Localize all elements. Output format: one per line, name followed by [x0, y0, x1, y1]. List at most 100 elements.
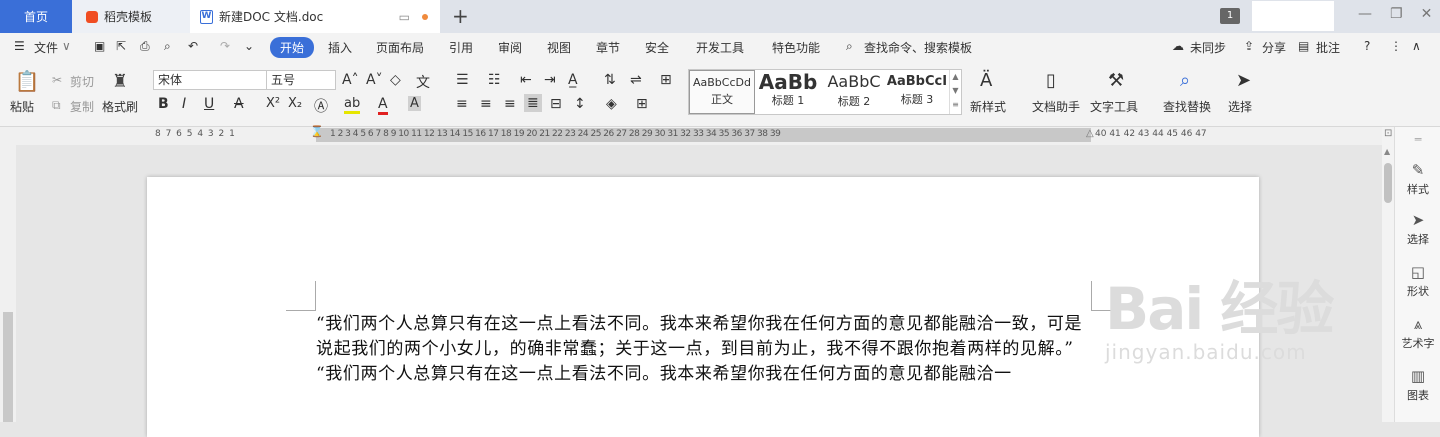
find-replace-button[interactable]: 查找替换 [1163, 98, 1211, 115]
menu-developer[interactable]: 开发工具 [696, 39, 744, 56]
strikethrough-icon[interactable]: A [234, 96, 244, 112]
align-center-icon[interactable]: ≡ [480, 96, 492, 112]
scroll-options-icon[interactable]: ⊡ [1384, 128, 1392, 139]
doc-helper-icon[interactable]: ▯ [1046, 70, 1056, 91]
styles-scroll-icon[interactable]: ▲ ▼ ≡ [949, 70, 961, 114]
font-name-select[interactable]: 宋体 [153, 70, 267, 90]
numbering-icon[interactable]: ☷ [488, 72, 501, 88]
menu-special[interactable]: 特色功能 [772, 39, 820, 56]
phonetic-icon[interactable]: 文 [416, 72, 430, 92]
text-tools-button[interactable]: 文字工具 [1090, 98, 1138, 115]
increase-indent-icon[interactable]: ⇥ [544, 72, 556, 88]
right-indent-icon[interactable]: △ [1086, 128, 1094, 139]
format-painter-button[interactable]: 格式刷 [102, 98, 138, 115]
line-spacing-icon[interactable]: ↕ [574, 96, 586, 112]
scroll-up-icon[interactable]: ▲ [1384, 147, 1390, 156]
menu-page-layout[interactable]: 页面布局 [376, 39, 424, 56]
comment-button[interactable]: 批注 [1316, 39, 1340, 56]
underline-icon[interactable]: U [204, 96, 214, 112]
new-style-icon[interactable]: Ä [980, 70, 992, 91]
chinese-layout-icon[interactable]: A̲ [568, 72, 578, 88]
grow-font-icon[interactable]: A˄ [342, 72, 359, 88]
customize-icon[interactable]: ⌄ [244, 39, 254, 53]
print-icon[interactable]: ⎙ [140, 39, 150, 54]
italic-icon[interactable]: I [182, 96, 186, 112]
menu-section[interactable]: 章节 [596, 39, 620, 56]
bold-icon[interactable]: B [158, 96, 169, 112]
restore-icon[interactable]: ❐ [1390, 6, 1403, 22]
panel-chart[interactable]: ▥ 图表 [1395, 367, 1440, 403]
hamburger-icon[interactable]: ☰ [14, 39, 25, 53]
help-icon[interactable]: ? [1364, 39, 1370, 53]
shrink-font-icon[interactable]: A˅ [366, 72, 383, 88]
superscript-icon[interactable]: X² [266, 96, 280, 111]
subscript-icon[interactable]: X₂ [288, 96, 302, 111]
style-heading-1[interactable]: AaBb 标题 1 [755, 70, 821, 114]
format-painter-icon[interactable]: ♜ [108, 68, 132, 94]
copy-button[interactable]: 复制 [70, 98, 94, 115]
text-effect-icon[interactable]: Ⓐ [314, 96, 328, 116]
redo-icon[interactable]: ↷ [220, 39, 230, 53]
paragraph[interactable]: “我们两个人总算只有在这一点上看法不同。我本来希望你我在任何方面的意见都能融洽一… [316, 312, 1092, 362]
scrollbar-thumb[interactable] [1384, 163, 1392, 203]
comment-icon[interactable]: ▤ [1298, 39, 1309, 53]
undo-icon[interactable]: ↶ [188, 39, 198, 53]
sort-icon[interactable]: ⇅ [604, 72, 616, 88]
chevron-down-icon[interactable]: ∨ [62, 39, 71, 53]
decrease-indent-icon[interactable]: ⇤ [520, 72, 532, 88]
export-icon[interactable]: ⇱ [116, 39, 126, 53]
char-shading-icon[interactable]: A [408, 96, 421, 111]
style-heading-2[interactable]: AaBbC 标题 2 [821, 70, 887, 114]
scissors-icon[interactable]: ✂ [52, 73, 62, 87]
bullets-icon[interactable]: ☰ [456, 72, 469, 88]
more-icon[interactable]: ⋮ [1390, 39, 1402, 53]
account-area[interactable] [1252, 1, 1334, 31]
wrench-icon[interactable]: ⚒ [1108, 70, 1124, 91]
paragraph[interactable]: “我们两个人总算只有在这一点上看法不同。我本来希望你我在任何方面的意见都能融洽一 [316, 362, 1092, 387]
document-body[interactable]: “我们两个人总算只有在这一点上看法不同。我本来希望你我在任何方面的意见都能融洽一… [316, 312, 1092, 387]
paste-icon[interactable]: 📋 [14, 68, 40, 94]
minimize-icon[interactable]: — [1358, 6, 1372, 22]
justify-icon[interactable]: ≣ [524, 94, 542, 112]
select-cursor-icon[interactable]: ➤ [1236, 70, 1251, 91]
tab-home[interactable]: 首页 [0, 0, 72, 33]
print-preview-icon[interactable]: ⌕ [164, 39, 171, 54]
collapse-ribbon-icon[interactable]: ∧ [1412, 39, 1421, 53]
paste-button[interactable]: 粘贴 [10, 98, 34, 115]
share-button[interactable]: 分享 [1262, 39, 1286, 56]
find-replace-icon[interactable]: ⌕ [1180, 70, 1190, 91]
doc-helper-button[interactable]: 文档助手 [1032, 98, 1080, 115]
new-tab-button[interactable]: + [452, 4, 469, 28]
font-color-icon[interactable]: A [378, 96, 388, 115]
new-style-button[interactable]: 新样式 [970, 98, 1006, 115]
indent-marker-icon[interactable]: ⌛ [310, 125, 324, 138]
menu-insert[interactable]: 插入 [328, 39, 352, 56]
show-marks-icon[interactable]: ⇌ [630, 72, 642, 88]
panel-shape[interactable]: ◱ 形状 [1395, 263, 1440, 299]
tab-document[interactable]: W 新建DOC 文档.doc ▭ [190, 0, 440, 33]
font-size-select[interactable]: 五号 [266, 70, 336, 90]
save-icon[interactable]: ▣ [94, 39, 105, 53]
menu-file[interactable]: 文件 [34, 39, 58, 56]
panel-select[interactable]: ➤ 选择 [1395, 211, 1440, 247]
panel-style[interactable]: ✎ 样式 [1395, 161, 1440, 197]
cloud-sync-icon[interactable]: ☁ [1172, 39, 1184, 53]
panel-menu-icon[interactable]: ═ [1395, 133, 1440, 146]
copy-icon[interactable]: ⧉ [52, 98, 61, 113]
table-icon[interactable]: ⊞ [660, 72, 672, 88]
screen-icon[interactable]: ▭ [399, 10, 410, 24]
share-icon[interactable]: ⇪ [1244, 39, 1254, 53]
highlight-icon[interactable]: ab [344, 96, 361, 114]
menu-references[interactable]: 引用 [449, 39, 473, 56]
menu-view[interactable]: 视图 [547, 39, 571, 56]
search-commands[interactable]: 查找命令、搜索模板 [864, 39, 972, 56]
shading-icon[interactable]: ◈ [606, 96, 617, 112]
select-button[interactable]: 选择 [1228, 98, 1252, 115]
sync-status[interactable]: 未同步 [1190, 39, 1226, 56]
menu-security[interactable]: 安全 [645, 39, 669, 56]
search-icon[interactable]: ⌕ [846, 39, 853, 54]
menu-start[interactable]: 开始 [270, 37, 315, 58]
cut-button[interactable]: 剪切 [70, 73, 94, 90]
distribute-icon[interactable]: ⊟ [550, 96, 562, 112]
clear-format-icon[interactable]: ◇ [390, 72, 401, 88]
